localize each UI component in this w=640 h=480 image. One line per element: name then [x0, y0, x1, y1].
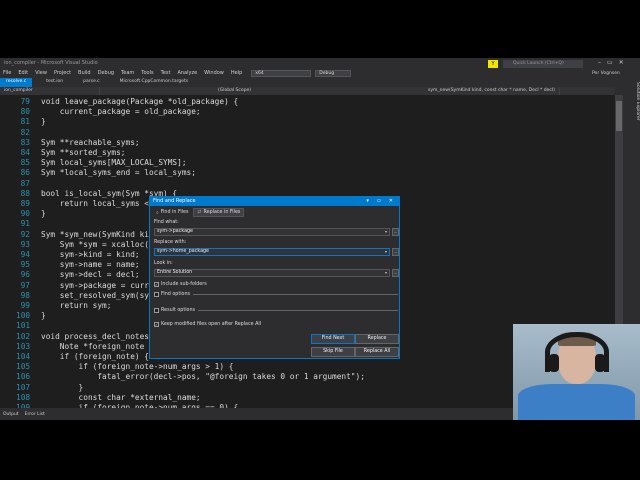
menu-edit[interactable]: Edit	[18, 70, 28, 76]
menu-file[interactable]: File	[3, 70, 11, 76]
keep-files-open-label: Keep modified files open after Replace A…	[161, 322, 262, 327]
menu-test[interactable]: Test	[161, 70, 171, 76]
regex-builder-button[interactable]: ...	[392, 248, 399, 256]
find-options-expander[interactable]: Find options	[154, 292, 398, 297]
menu-bar: File Edit View Project Build Debug Team …	[0, 68, 640, 78]
chevron-down-icon[interactable]: ▾	[385, 270, 387, 276]
person-shirt	[518, 384, 635, 420]
menu-project[interactable]: Project	[54, 70, 71, 76]
tab-find-label: Find in Files	[160, 210, 189, 215]
scrollbar-thumb[interactable]	[616, 101, 622, 131]
headphone-right	[595, 354, 605, 372]
look-in-label: Look in:	[154, 261, 173, 266]
scope-dropdown[interactable]: (Global Scope)	[100, 87, 300, 95]
menu-debug[interactable]: Debug	[98, 70, 114, 76]
notification-icon[interactable]: Y	[488, 60, 498, 68]
tab-replace-label: Replace in Files	[203, 210, 241, 215]
replace-all-button[interactable]: Replace All	[355, 347, 399, 357]
divider	[193, 294, 398, 295]
project-dropdown[interactable]: ion_compiler	[0, 87, 100, 95]
replace-with-label: Replace with:	[154, 240, 187, 245]
look-in-value: Entire Solution	[157, 270, 193, 275]
tab-test-ion[interactable]: test.ion	[40, 78, 69, 87]
config-select[interactable]: Debug	[315, 69, 352, 77]
replace-icon: ⇄	[197, 210, 202, 215]
tab-error-list[interactable]: Error List	[25, 412, 45, 417]
include-subfolders-checkbox[interactable]: ✓ Include sub-folders	[154, 282, 207, 287]
quick-launch-input[interactable]: Quick Launch (Ctrl+Q)	[503, 60, 583, 68]
tab-find-in-files[interactable]: ⌕ Find in Files	[153, 208, 191, 217]
webcam-overlay	[513, 324, 640, 420]
find-what-value: sym->package	[157, 229, 194, 234]
result-options-expander[interactable]: Result options	[154, 308, 398, 313]
menu-analyze[interactable]: Analyze	[177, 70, 197, 76]
look-in-select[interactable]: Entire Solution ▾	[154, 269, 390, 277]
menu-help[interactable]: Help	[231, 70, 242, 76]
window-controls[interactable]: –▭✕	[598, 59, 630, 66]
keep-files-open-checkbox[interactable]: ✓ Keep modified files open after Replace …	[154, 322, 261, 327]
menu-team[interactable]: Team	[121, 70, 134, 76]
replace-with-value: sym->home_package	[157, 249, 210, 254]
document-tabs: resolve.c test.ion parse.c Microsoft.Cpp…	[0, 78, 615, 87]
find-next-button[interactable]: Find Next	[311, 334, 355, 344]
find-replace-dialog: Find and Replace ▾ ▭ ✕ ⌕ Find in Files ⇄ R…	[149, 196, 400, 359]
dialog-title: Find and Replace ▾ ▭ ✕	[150, 197, 399, 206]
platform-select[interactable]: x64	[251, 69, 312, 77]
replace-button[interactable]: Replace	[355, 334, 399, 344]
result-options-label: Result options	[161, 308, 196, 313]
divider	[198, 310, 398, 311]
browse-folders-button[interactable]: ...	[392, 269, 399, 277]
find-options-label: Find options	[161, 292, 191, 297]
replace-with-input[interactable]: sym->home_package ▾	[154, 248, 390, 256]
tab-replace-in-files[interactable]: ⇄ Replace in Files	[193, 208, 245, 217]
navigation-bar: ion_compiler (Global Scope) sym_new(SymK…	[0, 87, 615, 95]
tab-cppcommon-targets[interactable]: Microsoft.CppCommon.targets	[114, 78, 195, 87]
find-what-label: Find what:	[154, 220, 179, 225]
dialog-title-text: Find and Replace	[153, 198, 196, 204]
expander-icon	[154, 292, 159, 297]
tab-parse-c[interactable]: parse.c	[77, 78, 105, 87]
checkbox-box[interactable]: ✓	[154, 282, 159, 287]
member-dropdown[interactable]: sym_new(SymKind kind, const char * name,…	[300, 87, 560, 95]
tab-output[interactable]: Output	[3, 412, 19, 417]
menu-tools[interactable]: Tools	[141, 70, 153, 76]
tab-resolve-c[interactable]: resolve.c	[0, 78, 33, 87]
menu-view[interactable]: View	[35, 70, 47, 76]
menu-window[interactable]: Window	[204, 70, 224, 76]
checkbox-box[interactable]: ✓	[154, 322, 159, 327]
chevron-down-icon[interactable]: ▾	[385, 249, 387, 255]
skip-file-button[interactable]: Skip File	[311, 347, 355, 357]
menu-build[interactable]: Build	[78, 70, 91, 76]
find-icon: ⌕	[156, 210, 159, 216]
chevron-down-icon[interactable]: ▾	[385, 229, 387, 235]
find-options-button[interactable]: ...	[392, 228, 399, 236]
dialog-tabs: ⌕ Find in Files ⇄ Replace in Files	[150, 206, 399, 217]
user-name[interactable]: Per Vognsen	[592, 71, 620, 76]
headphone-left	[549, 354, 559, 372]
dialog-controls[interactable]: ▾ ▭ ✕	[366, 198, 396, 204]
expander-icon	[154, 308, 159, 313]
find-what-input[interactable]: sym->package ▾	[154, 228, 390, 236]
include-subfolders-label: Include sub-folders	[161, 282, 207, 287]
